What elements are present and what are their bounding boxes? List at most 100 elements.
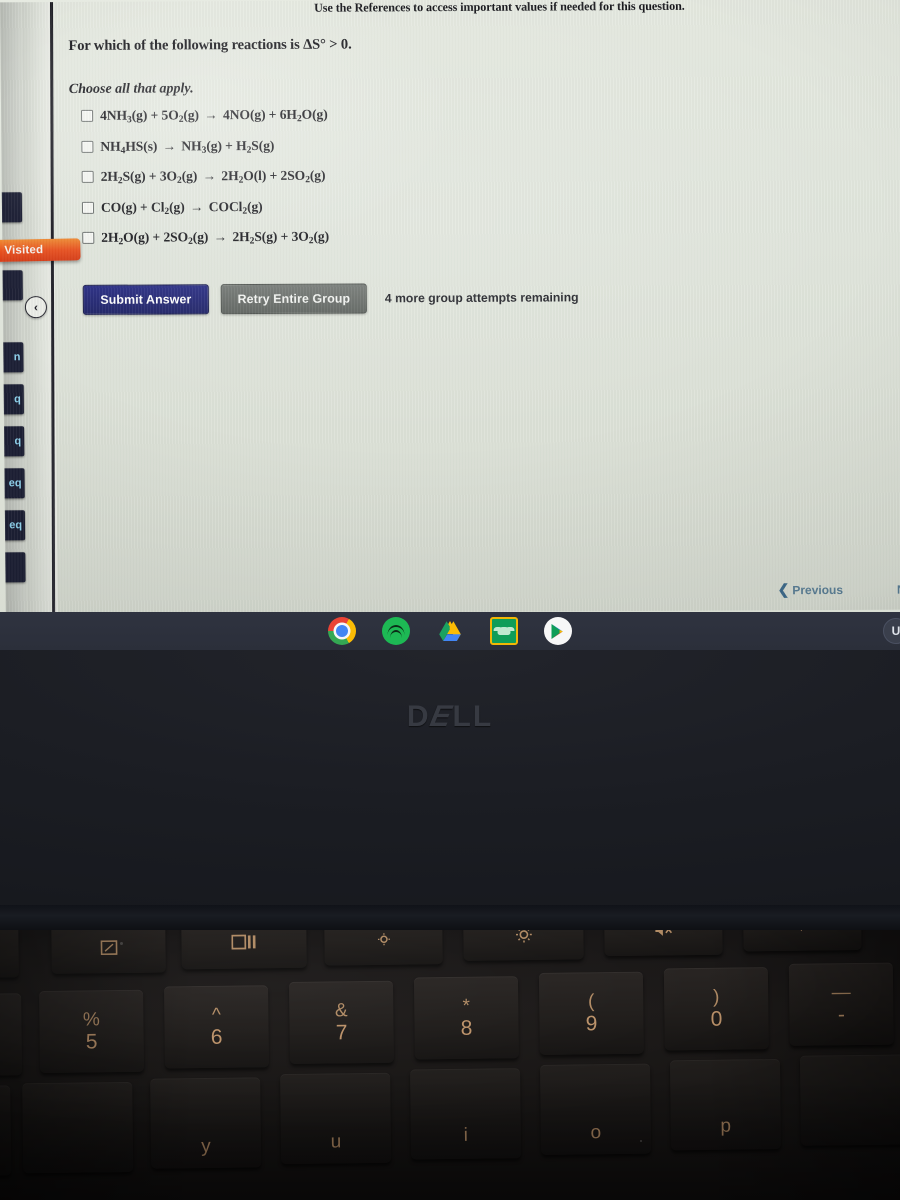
key-minus-symbol: — — [831, 981, 851, 1003]
key-0-symbol: ) — [712, 986, 720, 1008]
sidebar-rail-item[interactable]: q — [0, 384, 24, 415]
chevron-left-icon: ‹ — [33, 300, 38, 315]
laptop-screen: n q q eq eq Visited ‹ Use the References… — [0, 0, 900, 612]
sidebar-rail-item-label: n — [13, 351, 21, 364]
key-i[interactable]: i — [410, 1068, 522, 1160]
answer-option-row[interactable]: CO(g) + Cl2(g) → COCl2(g) — [81, 195, 602, 228]
screenshot-root: n q q eq eq Visited ‹ Use the References… — [0, 0, 900, 1200]
key-t[interactable] — [0, 1085, 12, 1177]
user-avatar[interactable]: U — [883, 618, 900, 644]
key-6[interactable]: ^ 6 — [164, 985, 270, 1069]
key-y-label: y — [201, 1135, 211, 1158]
answer-checkbox[interactable] — [81, 170, 94, 183]
answer-checkbox[interactable] — [82, 231, 95, 244]
key-5[interactable]: % 5 — [39, 989, 145, 1074]
answer-option-row[interactable]: NH4HS(s) → NH3(g) + H2S(g) — [81, 134, 601, 167]
sidebar-rail-item[interactable] — [0, 270, 23, 301]
question-stem: For which of the following reactions is … — [68, 36, 352, 54]
key-i-label: i — [463, 1124, 469, 1146]
google-classroom-icon[interactable] — [490, 617, 518, 645]
shelf-icon-group — [328, 617, 572, 645]
key-minus[interactable]: — - — [788, 962, 894, 1046]
key-minus-dash: - — [837, 1002, 846, 1026]
key-u-label: u — [330, 1131, 342, 1153]
mute-key[interactable] — [604, 930, 723, 957]
laptop-keyboard: $ 4 % 5 ^ 6 & 7 * 8 ( 9 — [0, 930, 900, 1200]
key-o-label: o — [590, 1122, 602, 1144]
volume-mute-icon — [654, 930, 672, 936]
key-6-digit: 6 — [210, 1025, 223, 1049]
dell-logo: DELL — [407, 700, 493, 734]
spotify-icon[interactable] — [382, 617, 410, 645]
answer-checkbox[interactable] — [81, 201, 95, 214]
answer-equation: CO(g) + Cl2(g) → COCl2(g) — [100, 198, 263, 217]
sidebar-rail-item-label: q — [14, 435, 22, 448]
google-drive-icon[interactable] — [436, 617, 464, 645]
dell-logo-text: DELL — [406, 700, 494, 733]
key-4[interactable]: $ 4 — [0, 993, 23, 1077]
sidebar-rail-item[interactable]: n — [0, 342, 24, 373]
key-p-label: p — [720, 1115, 732, 1137]
key-8[interactable]: * 8 — [413, 976, 519, 1060]
previous-link[interactable]: ❮ Previous — [777, 581, 843, 598]
previous-label: Previous — [792, 582, 844, 597]
answer-option-row[interactable]: 2H2O(g) + 2SO2(g) → 2H2S(g) + 3O2(g) — [82, 225, 602, 258]
key-7[interactable]: & 7 — [288, 980, 394, 1064]
key-9-symbol: ( — [587, 990, 595, 1012]
answer-checkbox[interactable] — [81, 109, 94, 122]
answer-checkbox[interactable] — [81, 140, 94, 153]
visited-badge-label: Visited — [4, 244, 44, 257]
sidebar-rail-item-label: eq — [8, 477, 22, 490]
key-8-digit: 8 — [460, 1016, 473, 1040]
key-5-digit: 5 — [85, 1029, 98, 1053]
key-7-symbol: & — [334, 999, 348, 1021]
laptop-bezel — [0, 650, 900, 930]
key-bracket-left[interactable] — [799, 1054, 900, 1146]
submit-answer-button[interactable]: Submit Answer — [82, 284, 210, 315]
key-9[interactable]: ( 9 — [538, 971, 644, 1055]
sidebar-rail-item-label: q — [14, 393, 21, 406]
chrome-icon[interactable] — [328, 617, 356, 645]
sidebar-rail-item[interactable] — [0, 192, 23, 223]
escape-key[interactable] — [0, 930, 19, 979]
answer-option-row[interactable]: 2H2S(g) + 3O2(g) → 2H2O(l) + 2SO2(g) — [81, 164, 602, 197]
key-o[interactable]: o — [540, 1063, 652, 1155]
sidebar-collapse-button[interactable]: ‹ — [24, 296, 48, 319]
key-r[interactable] — [22, 1081, 134, 1174]
brightness-down-key[interactable] — [324, 930, 443, 966]
brightness-up-icon — [515, 930, 532, 943]
retry-entire-group-button[interactable]: Retry Entire Group — [220, 283, 368, 315]
fullscreen-icon — [100, 939, 117, 955]
key-y[interactable]: y — [150, 1077, 262, 1169]
answer-equation: 2H2O(g) + 2SO2(g) → 2H2S(g) + 3O2(g) — [101, 228, 330, 248]
volume-down-key[interactable] — [742, 930, 862, 952]
attempts-remaining-text: 4 more group attempts remaining — [384, 290, 579, 306]
dust-speck — [640, 1140, 642, 1142]
key-p[interactable]: p — [669, 1058, 782, 1151]
fullscreen-key[interactable] — [51, 930, 166, 974]
window-overview-icon — [231, 934, 256, 950]
question-content: Use the References to access important v… — [52, 0, 900, 612]
action-buttons: Submit Answer Retry Entire Group 4 more … — [82, 282, 579, 315]
key-6-symbol: ^ — [211, 1004, 221, 1026]
reference-note: Use the References to access important v… — [314, 0, 685, 15]
key-7-digit: 7 — [335, 1020, 348, 1044]
play-store-icon[interactable] — [544, 617, 572, 645]
volume-down-icon — [793, 930, 802, 932]
key-u[interactable]: u — [280, 1072, 392, 1165]
key-5-symbol: % — [82, 1008, 100, 1030]
answer-options-list: 4NH3(g) + 5O2(g) → 4NO(g) + 6H2O(g) NH4H… — [81, 103, 602, 258]
answer-option-row[interactable]: 4NH3(g) + 5O2(g) → 4NO(g) + 6H2O(g) — [81, 103, 601, 136]
chevron-left-icon: ❮ — [777, 581, 790, 598]
key-8-symbol: * — [462, 995, 471, 1017]
choose-instruction: Choose all that apply. — [68, 81, 194, 97]
overview-key[interactable] — [181, 930, 307, 970]
answer-equation: 4NH3(g) + 5O2(g) → 4NO(g) + 6H2O(g) — [100, 106, 328, 126]
sidebar-rail-item[interactable]: q — [0, 426, 25, 457]
laptop-hinge — [0, 905, 900, 931]
dust-speck — [120, 942, 123, 945]
answer-equation: 2H2S(g) + 3O2(g) → 2H2O(l) + 2SO2(g) — [100, 167, 326, 187]
brightness-up-key[interactable] — [463, 930, 584, 961]
key-9-digit: 9 — [585, 1011, 598, 1035]
key-0[interactable]: ) 0 — [663, 967, 769, 1051]
